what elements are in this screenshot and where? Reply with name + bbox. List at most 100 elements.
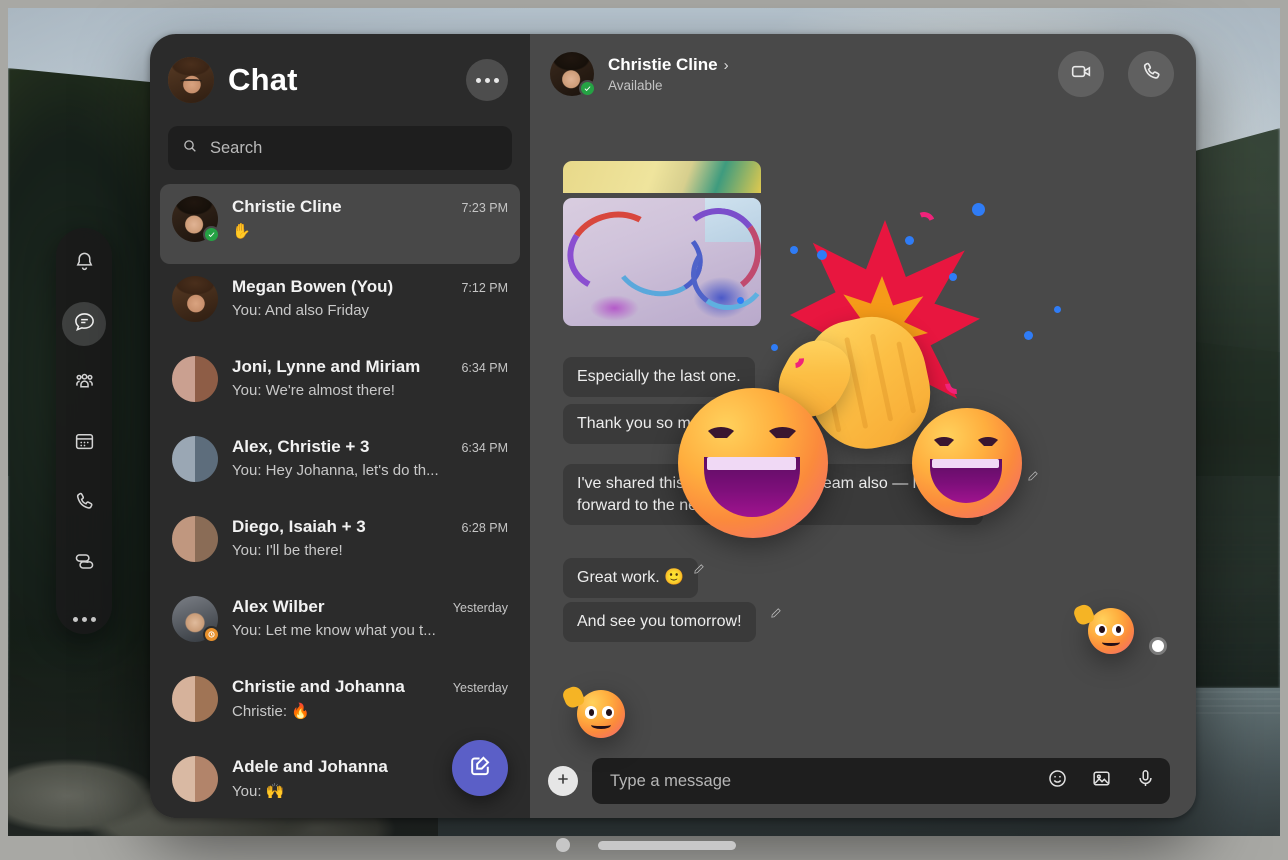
message-bubble[interactable]: Especially the last one.: [563, 357, 755, 397]
message-image-attachment-main[interactable]: [563, 198, 761, 326]
sidebar-header: Chat: [150, 34, 530, 126]
chat-item-time: 7:12 PM: [461, 281, 508, 295]
conversation-title[interactable]: Christie Cline ›: [608, 55, 1044, 75]
message-bubble[interactable]: And see you tomorrow!: [563, 602, 756, 642]
chat-item-body: Alex Wilber Yesterday You: Let me know wha…: [232, 596, 508, 639]
search-icon: [182, 138, 198, 159]
chat-window: Chat Christie Cline 7:23 PM ✋ Megan Bowen (…: [150, 34, 1196, 818]
conversation-meta: Christie Cline › Available: [608, 55, 1044, 93]
rail-item-chat[interactable]: [62, 302, 106, 346]
chat-item-time: 6:28 PM: [461, 521, 508, 535]
chat-list-item[interactable]: Christie and Johanna Yesterday Christie: 🔥: [160, 664, 520, 744]
sidebar-more-button[interactable]: [466, 59, 508, 101]
confetti-dot: [1054, 306, 1061, 313]
chat-list-item[interactable]: Joni, Lynne and Miriam 6:34 PM You: We're …: [160, 344, 520, 424]
chat-item-preview: You: Let me know what you t...: [232, 622, 436, 639]
dot: [90, 616, 96, 622]
message-input-box[interactable]: [592, 758, 1170, 804]
presence-badge-available: [579, 80, 596, 97]
confetti-dot: [972, 203, 985, 216]
page-title: Chat: [228, 62, 298, 97]
avatar: [172, 276, 218, 322]
laughing-face-small: [912, 408, 1022, 518]
confetti-dot: [771, 344, 778, 351]
chat-item-time: 6:34 PM: [461, 361, 508, 375]
chat-item-time: 6:34 PM: [461, 441, 508, 455]
chat-item-body: Joni, Lynne and Miriam 6:34 PM You: We're …: [232, 356, 508, 399]
chat-item-name: Alex Wilber: [232, 597, 325, 616]
window-chrome: [556, 838, 736, 852]
confetti-dot: [905, 236, 914, 245]
window-drag-handle[interactable]: [598, 840, 736, 850]
chat-item-name: Christie Cline: [232, 197, 342, 216]
video-camera-icon: [1070, 60, 1093, 88]
chat-sidebar: Chat Christie Cline 7:23 PM ✋ Megan Bowen (…: [150, 34, 530, 818]
avatar: [172, 436, 218, 482]
search-box[interactable]: [168, 126, 512, 170]
avatar-christie-cline[interactable]: [550, 52, 596, 97]
chat-list-item[interactable]: Alex, Christie + 3 6:34 PM You: Hey Johann…: [160, 424, 520, 504]
edit-pencil-icon[interactable]: [1027, 469, 1039, 481]
dot: [72, 616, 78, 622]
confetti-dot: [1024, 331, 1033, 340]
rail-item-activity[interactable]: [62, 242, 106, 286]
chat-list-item[interactable]: Megan Bowen (You) 7:12 PM You: And also Fr…: [160, 264, 520, 344]
rail-item-files[interactable]: [62, 542, 106, 586]
chat-item-body: Alex, Christie + 3 6:34 PM You: Hey Johann…: [232, 436, 508, 479]
avatar-image: [172, 756, 218, 802]
chat-item-time: 7:23 PM: [461, 201, 508, 215]
chat-list-item[interactable]: Diego, Isaiah + 3 6:28 PM You: I'll be the…: [160, 504, 520, 584]
edit-pencil-icon[interactable]: [693, 562, 705, 574]
chat-item-top: Megan Bowen (You) 7:12 PM: [232, 277, 508, 297]
rail-item-calendar[interactable]: [62, 422, 106, 466]
window-close-dot[interactable]: [556, 838, 570, 852]
video-call-button[interactable]: [1058, 51, 1104, 97]
chat-item-top: Christie and Johanna Yesterday: [232, 677, 508, 697]
message-bubble[interactable]: Great work. 🙂: [563, 558, 699, 598]
avatar: [172, 196, 220, 243]
search-input[interactable]: [210, 138, 498, 158]
confetti-dot: [949, 273, 957, 281]
chat-list-item[interactable]: Alex Wilber Yesterday You: Let me know wha…: [160, 584, 520, 664]
waving-face-right: [1072, 602, 1134, 654]
chat-item-name: Alex, Christie + 3: [232, 437, 370, 456]
avatar-image: [172, 436, 218, 482]
avatar: [172, 756, 218, 802]
rail-more-button[interactable]: [62, 604, 106, 634]
chat-list[interactable]: Christie Cline 7:23 PM ✋ Megan Bowen (You) 7…: [150, 184, 530, 818]
edit-pencil-icon[interactable]: [770, 606, 782, 618]
conversation-header: Christie Cline › Available: [530, 34, 1196, 114]
avatar-image: [172, 676, 218, 722]
message-composer: [530, 744, 1196, 818]
chat-item-top: Christie Cline 7:23 PM: [232, 197, 508, 217]
chat-item-name: Diego, Isaiah + 3: [232, 517, 366, 536]
chat-item-top: Joni, Lynne and Miriam 6:34 PM: [232, 357, 508, 377]
phone-icon: [73, 490, 96, 518]
image-button[interactable]: [1086, 766, 1116, 796]
microphone-icon: [1135, 768, 1156, 794]
microphone-button[interactable]: [1130, 766, 1160, 796]
confetti-dot: [737, 297, 744, 304]
message-image-attachment-top[interactable]: [563, 161, 761, 193]
conversation-status: Available: [608, 78, 663, 93]
link-chain-icon: [73, 550, 96, 578]
dot: [81, 616, 87, 622]
audio-call-button[interactable]: [1128, 51, 1174, 97]
chat-item-preview: Christie: 🔥: [232, 703, 310, 720]
confetti-dot: [817, 250, 827, 260]
calendar-icon: [73, 430, 96, 458]
chat-list-item[interactable]: Christie Cline 7:23 PM ✋: [160, 184, 520, 264]
add-attachment-button[interactable]: [548, 766, 578, 796]
smiley-icon: [1047, 768, 1068, 794]
new-chat-button[interactable]: [452, 740, 508, 796]
chat-item-top: Alex, Christie + 3 6:34 PM: [232, 437, 508, 457]
rail-item-calls[interactable]: [62, 482, 106, 526]
bell-icon: [73, 250, 96, 278]
avatar: [172, 516, 218, 562]
chat-item-preview: You: And also Friday: [232, 302, 370, 319]
avatar-current-user[interactable]: [168, 57, 214, 103]
chat-item-preview: ✋: [232, 223, 251, 240]
rail-item-teams[interactable]: [62, 362, 106, 406]
emoji-button[interactable]: [1042, 766, 1072, 796]
message-input[interactable]: [610, 771, 1028, 791]
